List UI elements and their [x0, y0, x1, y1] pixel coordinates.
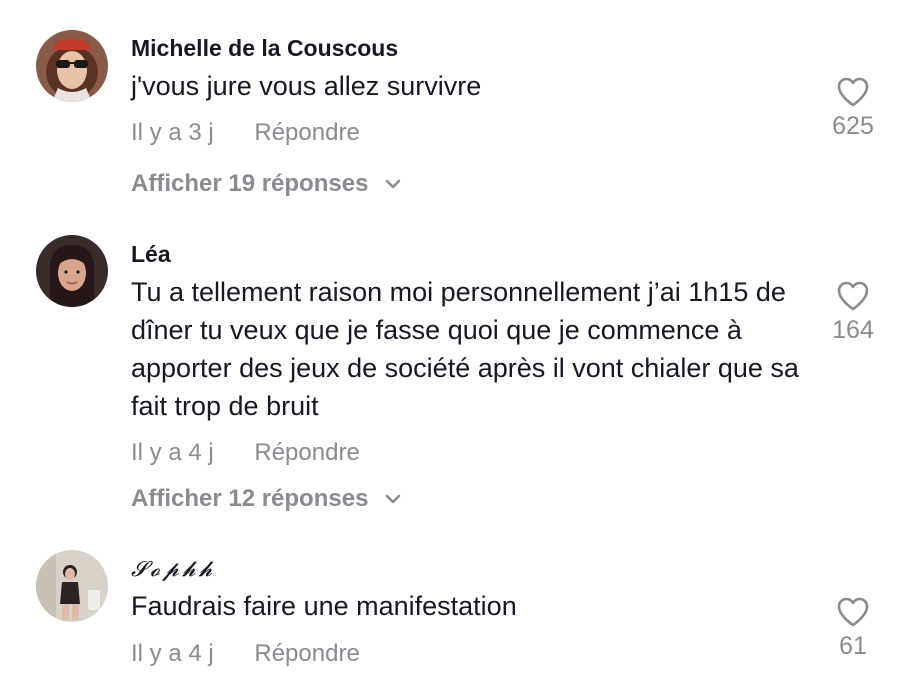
comment-text: Tu a tellement raison moi personnellemen… — [131, 277, 799, 421]
username[interactable]: Léa — [131, 241, 171, 268]
comment-text: j'vous jure vous allez survivre — [131, 71, 482, 101]
like-control: 625 — [818, 76, 888, 141]
like-count: 625 — [832, 112, 874, 140]
avatar[interactable] — [36, 235, 108, 307]
comment-age: Il y a 4 j — [131, 439, 214, 466]
username[interactable]: Michelle de la Couscous — [131, 35, 398, 62]
like-count: 61 — [839, 632, 867, 660]
comment-text: Faudrais faire une manifestation — [131, 591, 517, 621]
avatar[interactable] — [36, 550, 108, 622]
view-replies-label: Afficher 19 réponses — [131, 170, 369, 197]
view-replies-button[interactable]: Afficher 19 réponses — [131, 170, 401, 199]
like-control: 164 — [818, 280, 888, 345]
reply-button[interactable]: Répondre — [254, 640, 359, 668]
username[interactable]: 𝓢𝓸𝓹𝓱𝓱 — [131, 557, 215, 582]
heart-icon[interactable] — [836, 76, 870, 108]
comment-meta: Il y a 4 j Répondre — [131, 640, 360, 668]
avatar[interactable] — [36, 30, 108, 102]
heart-icon[interactable] — [836, 280, 870, 312]
reply-button[interactable]: Répondre — [254, 439, 359, 467]
comment-meta: Il y a 4 j Répondre — [131, 439, 360, 467]
reply-button[interactable]: Répondre — [254, 119, 359, 147]
like-count: 164 — [832, 316, 874, 344]
like-control: 61 — [818, 596, 888, 661]
chevron-down-icon — [385, 483, 401, 511]
view-replies-label: Afficher 12 réponses — [131, 485, 369, 512]
heart-icon[interactable] — [836, 596, 870, 628]
chevron-down-icon — [385, 168, 401, 196]
comment-age: Il y a 4 j — [131, 640, 214, 667]
view-replies-button[interactable]: Afficher 12 réponses — [131, 485, 401, 514]
comment-meta: Il y a 3 j Répondre — [131, 119, 360, 147]
comment-age: Il y a 3 j — [131, 119, 214, 146]
